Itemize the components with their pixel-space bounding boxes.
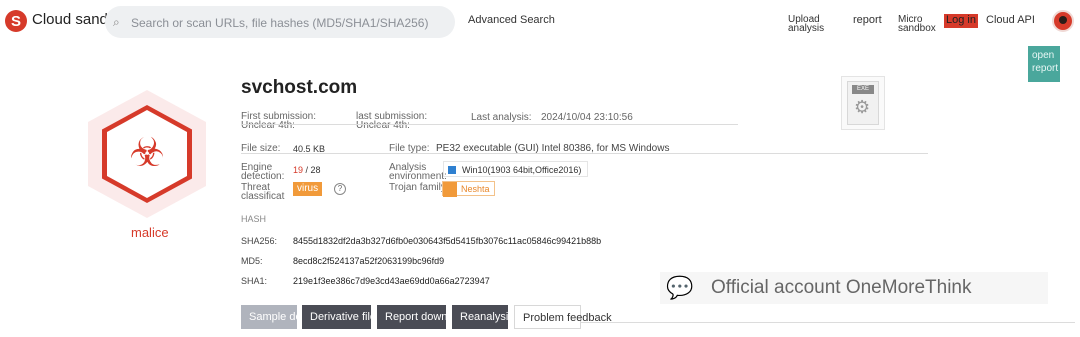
nav-micro-sandbox[interactable]: Micro sandbox — [898, 15, 936, 34]
verdict-label: malice — [131, 225, 169, 240]
divider — [241, 124, 738, 125]
trojan-family-chip[interactable]: Neshta — [442, 181, 495, 197]
sandbox-logo-icon[interactable]: S — [5, 10, 27, 32]
biohazard-icon: ☣ — [129, 131, 165, 175]
threat-classification-label-2: classificat — [241, 191, 285, 202]
derivative-files-button[interactable]: Derivative files — [302, 305, 382, 329]
file-name-title: svchost.com — [241, 77, 358, 98]
search-icon: ⌕ — [113, 15, 120, 29]
first-submission-label: First submission: Unclear 4th: — [241, 112, 316, 131]
engine-detection-label: Engine detection: — [241, 163, 285, 182]
sha256-label: SHA256: — [241, 236, 278, 246]
top-navigation-bar: S Cloud sandbox ⌕ Advanced Search Upload… — [0, 0, 1080, 45]
nav-micro-line2: sandbox — [898, 23, 936, 34]
sha256-value[interactable]: 8455d1832df2da3b327d6fb0e030643f5d5415fb… — [293, 236, 601, 246]
report-download-label-1: Report — [385, 311, 419, 323]
wechat-icon: 💬 — [666, 275, 694, 300]
sample-download-button[interactable]: Sample download — [241, 305, 336, 329]
engine-detection-value: 19 / 28 — [293, 165, 321, 175]
open-report-line2: report — [1032, 63, 1059, 74]
verdict-badge: ☣ — [88, 90, 206, 218]
search-input[interactable] — [129, 12, 443, 34]
engine-total-count: / 28 — [305, 165, 321, 175]
engine-detected-count: 19 — [293, 165, 304, 175]
nav-cloud-api[interactable]: Cloud API — [986, 14, 1035, 26]
analysis-environment-label: Analysis environment: — [389, 163, 447, 182]
divider — [581, 322, 1075, 323]
open-report-tab[interactable]: open report — [1028, 46, 1060, 82]
last-submission-label-2: Unclear 4th: — [356, 120, 410, 131]
last-submission-label: last submission: Unclear 4th: — [356, 112, 427, 131]
exe-document-icon: EXE ⚙ — [847, 81, 879, 125]
hash-section-title: HASH — [241, 214, 267, 224]
md5-value[interactable]: 8ecd8c2f524137a52f2063199bc96fd9 — [293, 256, 444, 266]
sha1-label: SHA1: — [241, 276, 268, 286]
problem-feedback-button[interactable]: Problem feedback — [514, 305, 612, 329]
md5-label: MD5: — [241, 256, 263, 266]
sample-download-label-1: Sample — [249, 311, 287, 323]
file-type-thumbnail: EXE ⚙ — [841, 76, 885, 130]
exe-badge: EXE — [852, 85, 874, 94]
analysis-environment-label-2: environment: — [389, 171, 447, 182]
sha1-value[interactable]: 219e1f3ee386c7d9e3cd43ae69dd0a66a2723947 — [293, 276, 490, 286]
last-analysis-label: Last analysis: — [471, 112, 532, 123]
last-analysis-value: 2024/10/04 23:10:56 — [541, 112, 633, 123]
first-submission-label-2: Unclear 4th: — [241, 120, 295, 131]
help-icon[interactable]: ? — [334, 183, 346, 195]
family-tag-icon — [443, 182, 457, 197]
analysis-environment-value: Win10(1903 64bit,Office2016) — [443, 161, 588, 177]
analysis-environment-text: Win10(1903 64bit,Office2016) — [462, 165, 582, 175]
nav-upload-line2: analysis — [788, 23, 825, 34]
threat-classification-chip[interactable]: virus — [293, 182, 323, 196]
nav-advanced-search[interactable]: Advanced Search — [468, 14, 555, 26]
reanalysis-button[interactable]: Reanalysis — [452, 305, 514, 329]
search-bar[interactable]: ⌕ — [105, 6, 455, 38]
user-avatar[interactable] — [1052, 10, 1074, 32]
trojan-family-label: Trojan family: — [389, 182, 449, 193]
divider — [241, 153, 928, 154]
watermark: 💬 Official account OneMoreThink — [660, 272, 1048, 304]
report-download-button[interactable]: Report download — [377, 305, 468, 329]
open-report-line1: open — [1032, 50, 1055, 61]
nav-report[interactable]: report — [853, 14, 882, 26]
trojan-family-value: Neshta — [461, 184, 490, 194]
login-button[interactable]: Log in — [944, 14, 978, 28]
nav-upload-analysis[interactable]: Upload analysis — [788, 15, 825, 34]
windows-icon — [448, 166, 456, 174]
watermark-text: Official account OneMoreThink — [711, 277, 972, 298]
gear-icon: ⚙ — [854, 97, 871, 117]
derivative-files-label-1: Derivative — [310, 311, 359, 323]
engine-detection-label-2: detection: — [241, 171, 285, 182]
threat-classification-label: Threat classificat — [241, 183, 285, 202]
